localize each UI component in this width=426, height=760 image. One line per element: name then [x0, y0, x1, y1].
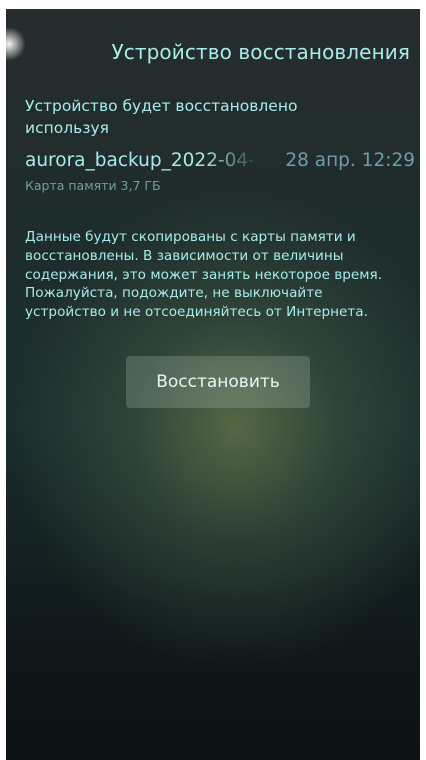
- restore-description: Данные будут скопированы с карты памяти …: [25, 229, 383, 321]
- light-glare: [6, 27, 26, 61]
- backup-list-item[interactable]: aurora_backup_2022-04-28_12-29 28 апр. 1…: [25, 150, 417, 178]
- page-title: Устройство восстановления: [111, 40, 410, 64]
- restore-source-label: Устройство будет восстановлено используя: [25, 97, 298, 137]
- restore-button[interactable]: Восстановить: [126, 356, 310, 408]
- backup-date: 28 апр. 12:29: [285, 150, 415, 171]
- restore-screen: Устройство восстановления Устройство буд…: [6, 9, 420, 760]
- backup-file-name: aurora_backup_2022-04-28_12-29: [25, 150, 253, 171]
- backup-storage-info: Карта памяти 3,7 ГБ: [25, 178, 161, 193]
